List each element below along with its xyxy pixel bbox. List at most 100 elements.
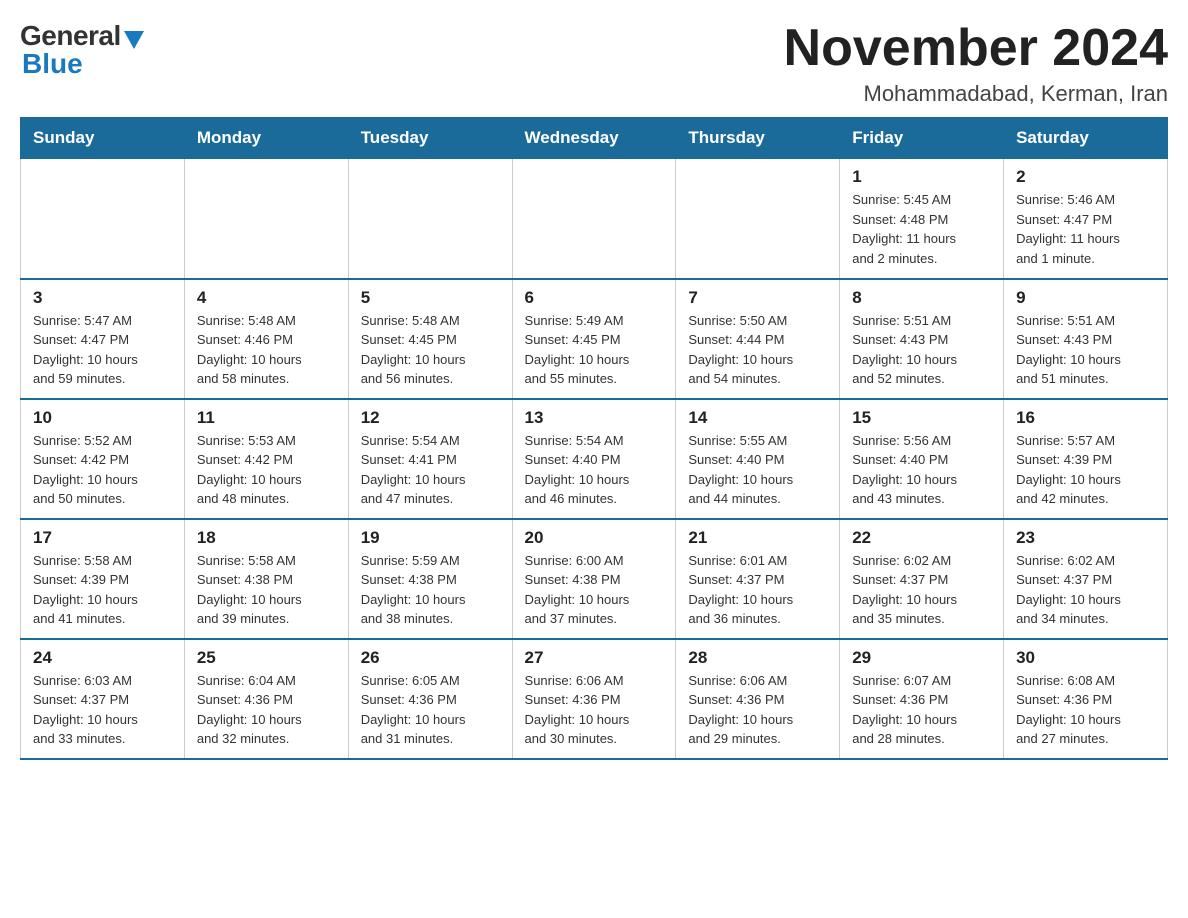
calendar-cell: 16Sunrise: 5:57 AM Sunset: 4:39 PM Dayli…	[1004, 399, 1168, 519]
location: Mohammadabad, Kerman, Iran	[784, 81, 1168, 107]
logo: General Blue	[20, 20, 144, 80]
calendar-cell	[184, 159, 348, 279]
day-number: 28	[688, 648, 827, 668]
calendar-cell: 29 Sunrise: 6:07 AM Sunset: 4:36 PM Dayli…	[840, 639, 1004, 759]
day-info: Sunrise: 6:02 AM Sunset: 4:37 PM Dayligh…	[852, 551, 991, 629]
calendar-cell: 22 Sunrise: 6:02 AM Sunset: 4:37 PM Dayli…	[840, 519, 1004, 639]
calendar-cell	[21, 159, 185, 279]
day-number: 22	[852, 528, 991, 548]
day-number: 14	[688, 408, 827, 428]
calendar-week-5: 24Sunrise: 6:03 AM Sunset: 4:37 PM Dayli…	[21, 639, 1168, 759]
day-number: 16	[1016, 408, 1155, 428]
day-info: Sunrise: 6:06 AM Sunset: 4:36 PM Dayligh…	[525, 671, 664, 749]
header-day-sunday: Sunday	[21, 118, 185, 159]
day-number: 7	[688, 288, 827, 308]
day-number: 15	[852, 408, 991, 428]
calendar-cell	[676, 159, 840, 279]
day-info: Sunrise: 5:55 AM Sunset: 4:40 PM Dayligh…	[688, 431, 827, 509]
calendar-cell: 7Sunrise: 5:50 AM Sunset: 4:44 PM Daylig…	[676, 279, 840, 399]
day-info: Sunrise: 5:48 AM Sunset: 4:46 PM Dayligh…	[197, 311, 336, 389]
day-number: 23	[1016, 528, 1155, 548]
header-day-thursday: Thursday	[676, 118, 840, 159]
day-number: 9	[1016, 288, 1155, 308]
day-info: Sunrise: 6:04 AM Sunset: 4:36 PM Dayligh…	[197, 671, 336, 749]
day-info: Sunrise: 5:53 AM Sunset: 4:42 PM Dayligh…	[197, 431, 336, 509]
day-info: Sunrise: 5:51 AM Sunset: 4:43 PM Dayligh…	[1016, 311, 1155, 389]
day-number: 17	[33, 528, 172, 548]
day-number: 12	[361, 408, 500, 428]
page-header: General Blue November 2024 Mohammadabad,…	[20, 20, 1168, 107]
day-info: Sunrise: 6:07 AM Sunset: 4:36 PM Dayligh…	[852, 671, 991, 749]
day-number: 6	[525, 288, 664, 308]
day-number: 20	[525, 528, 664, 548]
day-info: Sunrise: 5:54 AM Sunset: 4:41 PM Dayligh…	[361, 431, 500, 509]
logo-arrow-icon	[124, 31, 144, 49]
day-number: 13	[525, 408, 664, 428]
day-info: Sunrise: 6:03 AM Sunset: 4:37 PM Dayligh…	[33, 671, 172, 749]
day-info: Sunrise: 5:51 AM Sunset: 4:43 PM Dayligh…	[852, 311, 991, 389]
calendar-cell: 17 Sunrise: 5:58 AM Sunset: 4:39 PM Dayli…	[21, 519, 185, 639]
calendar-cell: 27 Sunrise: 6:06 AM Sunset: 4:36 PM Dayli…	[512, 639, 676, 759]
day-number: 18	[197, 528, 336, 548]
day-number: 5	[361, 288, 500, 308]
day-number: 27	[525, 648, 664, 668]
day-number: 4	[197, 288, 336, 308]
calendar-cell	[348, 159, 512, 279]
calendar-body: 1Sunrise: 5:45 AM Sunset: 4:48 PM Daylig…	[21, 159, 1168, 759]
day-number: 21	[688, 528, 827, 548]
calendar-cell: 25 Sunrise: 6:04 AM Sunset: 4:36 PM Dayli…	[184, 639, 348, 759]
day-info: Sunrise: 5:48 AM Sunset: 4:45 PM Dayligh…	[361, 311, 500, 389]
day-number: 10	[33, 408, 172, 428]
day-number: 29	[852, 648, 991, 668]
calendar-cell: 23 Sunrise: 6:02 AM Sunset: 4:37 PM Dayli…	[1004, 519, 1168, 639]
calendar-week-1: 1Sunrise: 5:45 AM Sunset: 4:48 PM Daylig…	[21, 159, 1168, 279]
calendar-table: SundayMondayTuesdayWednesdayThursdayFrid…	[20, 117, 1168, 760]
day-info: Sunrise: 5:45 AM Sunset: 4:48 PM Dayligh…	[852, 190, 991, 268]
day-number: 25	[197, 648, 336, 668]
header-day-tuesday: Tuesday	[348, 118, 512, 159]
calendar-cell: 9 Sunrise: 5:51 AM Sunset: 4:43 PM Daylig…	[1004, 279, 1168, 399]
header-row: SundayMondayTuesdayWednesdayThursdayFrid…	[21, 118, 1168, 159]
calendar-cell: 26 Sunrise: 6:05 AM Sunset: 4:36 PM Dayli…	[348, 639, 512, 759]
day-info: Sunrise: 5:47 AM Sunset: 4:47 PM Dayligh…	[33, 311, 172, 389]
day-number: 26	[361, 648, 500, 668]
calendar-cell: 6 Sunrise: 5:49 AM Sunset: 4:45 PM Daylig…	[512, 279, 676, 399]
day-info: Sunrise: 5:52 AM Sunset: 4:42 PM Dayligh…	[33, 431, 172, 509]
day-info: Sunrise: 5:56 AM Sunset: 4:40 PM Dayligh…	[852, 431, 991, 509]
header-day-monday: Monday	[184, 118, 348, 159]
calendar-cell: 3 Sunrise: 5:47 AM Sunset: 4:47 PM Daylig…	[21, 279, 185, 399]
calendar-cell: 15 Sunrise: 5:56 AM Sunset: 4:40 PM Dayli…	[840, 399, 1004, 519]
day-info: Sunrise: 5:49 AM Sunset: 4:45 PM Dayligh…	[525, 311, 664, 389]
calendar-cell: 12 Sunrise: 5:54 AM Sunset: 4:41 PM Dayli…	[348, 399, 512, 519]
day-info: Sunrise: 5:59 AM Sunset: 4:38 PM Dayligh…	[361, 551, 500, 629]
month-title: November 2024	[784, 20, 1168, 77]
day-number: 3	[33, 288, 172, 308]
day-info: Sunrise: 6:06 AM Sunset: 4:36 PM Dayligh…	[688, 671, 827, 749]
day-info: Sunrise: 5:58 AM Sunset: 4:39 PM Dayligh…	[33, 551, 172, 629]
day-info: Sunrise: 6:05 AM Sunset: 4:36 PM Dayligh…	[361, 671, 500, 749]
header-day-saturday: Saturday	[1004, 118, 1168, 159]
day-info: Sunrise: 6:02 AM Sunset: 4:37 PM Dayligh…	[1016, 551, 1155, 629]
day-number: 11	[197, 408, 336, 428]
day-info: Sunrise: 6:01 AM Sunset: 4:37 PM Dayligh…	[688, 551, 827, 629]
calendar-cell: 14 Sunrise: 5:55 AM Sunset: 4:40 PM Dayli…	[676, 399, 840, 519]
day-info: Sunrise: 6:08 AM Sunset: 4:36 PM Dayligh…	[1016, 671, 1155, 749]
calendar-cell: 5 Sunrise: 5:48 AM Sunset: 4:45 PM Daylig…	[348, 279, 512, 399]
day-number: 8	[852, 288, 991, 308]
calendar-cell: 28 Sunrise: 6:06 AM Sunset: 4:36 PM Dayli…	[676, 639, 840, 759]
calendar-cell	[512, 159, 676, 279]
day-info: Sunrise: 6:00 AM Sunset: 4:38 PM Dayligh…	[525, 551, 664, 629]
title-section: November 2024 Mohammadabad, Kerman, Iran	[784, 20, 1168, 107]
header-day-friday: Friday	[840, 118, 1004, 159]
calendar-cell: 18 Sunrise: 5:58 AM Sunset: 4:38 PM Dayli…	[184, 519, 348, 639]
day-number: 30	[1016, 648, 1155, 668]
calendar-week-4: 17 Sunrise: 5:58 AM Sunset: 4:39 PM Dayli…	[21, 519, 1168, 639]
day-info: Sunrise: 5:46 AM Sunset: 4:47 PM Dayligh…	[1016, 190, 1155, 268]
day-info: Sunrise: 5:54 AM Sunset: 4:40 PM Dayligh…	[525, 431, 664, 509]
day-info: Sunrise: 5:58 AM Sunset: 4:38 PM Dayligh…	[197, 551, 336, 629]
calendar-cell: 11 Sunrise: 5:53 AM Sunset: 4:42 PM Dayli…	[184, 399, 348, 519]
calendar-cell: 8 Sunrise: 5:51 AM Sunset: 4:43 PM Daylig…	[840, 279, 1004, 399]
header-day-wednesday: Wednesday	[512, 118, 676, 159]
calendar-cell: 13 Sunrise: 5:54 AM Sunset: 4:40 PM Dayli…	[512, 399, 676, 519]
calendar-week-2: 3 Sunrise: 5:47 AM Sunset: 4:47 PM Daylig…	[21, 279, 1168, 399]
